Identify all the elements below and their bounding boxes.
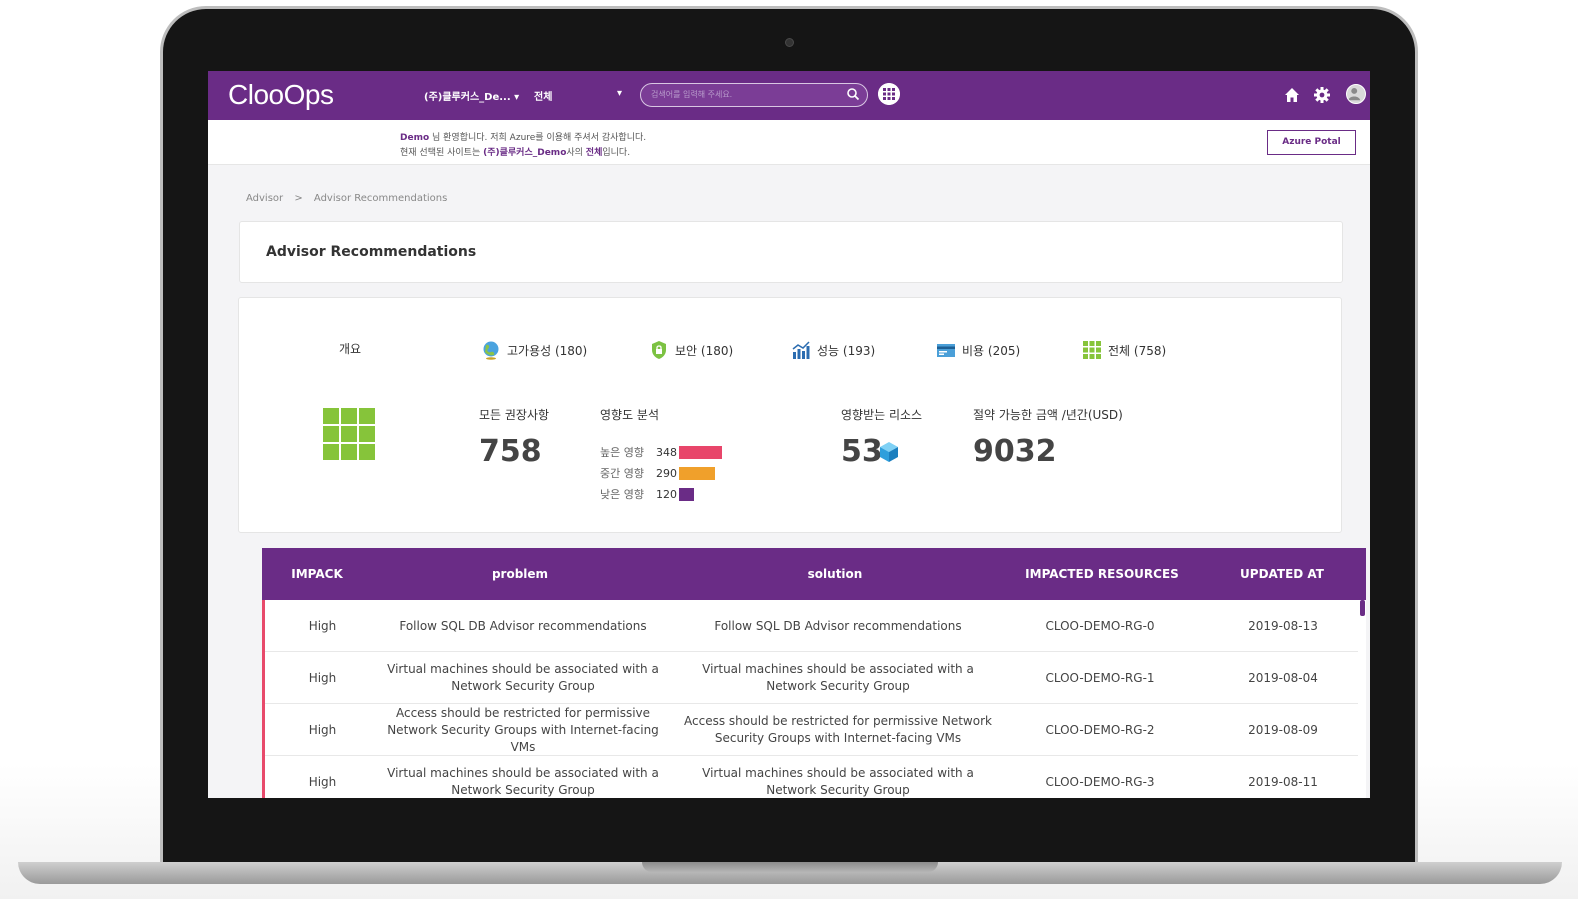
- category-high-availability[interactable]: 고가용성 (180): [481, 340, 587, 360]
- category-all[interactable]: 전체 (758): [1082, 340, 1166, 360]
- cell-resource: CLOO-DEMO-RG-2: [1045, 722, 1155, 737]
- table-body: High Follow SQL DB Advisor recommendatio…: [262, 600, 1358, 798]
- category-cost[interactable]: 비용 (205): [936, 340, 1020, 360]
- cell-problem: Virtual machines should be associated wi…: [387, 766, 659, 797]
- top-navbar: ClooOps (주)클루커스_De... ▾ 전체 ▾ 검색어를 입력해 주세…: [208, 71, 1370, 120]
- impact-medium-bar: [679, 466, 715, 480]
- laptop-bottom-bezel: [168, 798, 1410, 864]
- impact-high-bar: [679, 445, 722, 459]
- impacted-resources-label: 영향받는 리소스: [841, 408, 923, 422]
- impact-analysis-label: 영향도 분석: [600, 408, 660, 422]
- site-prefix: 현재 선택된 사이트는: [400, 148, 484, 158]
- cell-updated: 2019-08-13: [1248, 618, 1318, 633]
- cell-resource: CLOO-DEMO-RG-0: [1045, 618, 1155, 633]
- grid-all-icon: [1083, 341, 1101, 359]
- impact-low-value: 120: [656, 487, 677, 501]
- cell-problem: Virtual machines should be associated wi…: [387, 662, 659, 693]
- cell-solution: Virtual machines should be associated wi…: [702, 662, 974, 693]
- impact-low-row: 낮은 영향 120: [600, 486, 694, 502]
- breadcrumb-advisor[interactable]: Advisor: [246, 193, 283, 204]
- webcam: [785, 38, 794, 47]
- site-suffix: 입니다.: [602, 148, 631, 158]
- category-performance[interactable]: 성능 (193): [791, 340, 875, 360]
- apps-grid-icon[interactable]: [878, 83, 900, 105]
- welcome-banner: Demo 님 환영합니다. 저희 Azure를 이용해 주셔서 감사합니다. 현…: [208, 120, 1370, 165]
- table-row[interactable]: High Follow SQL DB Advisor recommendatio…: [265, 600, 1358, 652]
- chart-performance-icon: [792, 341, 810, 359]
- app-screen: ClooOps (주)클루커스_De... ▾ 전체 ▾ 검색어를 입력해 주세…: [208, 71, 1370, 798]
- cell-impact: High: [308, 722, 337, 737]
- breadcrumb-separator: >: [294, 193, 303, 204]
- tenant-selector[interactable]: (주)클루커스_De... ▾: [424, 88, 519, 103]
- billing-card-icon: [937, 344, 955, 357]
- azure-portal-button[interactable]: Azure Potal: [1267, 130, 1356, 155]
- user-name: Demo: [400, 133, 430, 143]
- table-row[interactable]: High Access should be restricted for per…: [265, 704, 1358, 756]
- site-company: (주)클루커스_Demo: [483, 148, 567, 158]
- table-row[interactable]: High Virtual machines should be associat…: [265, 756, 1358, 798]
- impact-medium-row: 중간 영향 290: [600, 465, 715, 481]
- savings-value: 9032: [973, 434, 1057, 469]
- col-updated-at[interactable]: UPDATED AT: [1220, 567, 1344, 581]
- app-logo[interactable]: ClooOps: [228, 79, 334, 111]
- table-scrollbar[interactable]: [1360, 600, 1365, 616]
- col-impact[interactable]: IMPACK: [262, 567, 372, 581]
- home-icon[interactable]: [1282, 85, 1302, 105]
- title-card: Advisor Recommendations: [239, 221, 1343, 283]
- breadcrumb: Advisor > Advisor Recommendations: [246, 193, 455, 204]
- cell-impact: High: [308, 774, 337, 789]
- page-title: Advisor Recommendations: [266, 244, 477, 260]
- impact-medium-value: 290: [656, 466, 677, 480]
- summary-card: 개요 고가용성 (180) 보안 (180) 성능 (193) 비용 (205)…: [238, 297, 1342, 533]
- all-recommendations-grid-icon: [323, 408, 375, 460]
- all-recommendations-value: 758: [479, 434, 542, 469]
- search-icon[interactable]: [846, 87, 860, 101]
- cube-icon: [880, 442, 898, 462]
- impact-medium-label: 중간 영향: [600, 467, 644, 480]
- welcome-text: 님 환영합니다. 저희 Azure를 이용해 주셔서 감사합니다.: [429, 133, 647, 143]
- site-scope: 전체: [585, 148, 603, 158]
- overview-label: 개요: [339, 342, 362, 356]
- scope-selector[interactable]: 전체: [534, 88, 552, 103]
- cell-impact: High: [308, 670, 337, 685]
- search-input[interactable]: 검색어를 입력해 주세요.: [651, 89, 732, 100]
- globe-icon: [483, 341, 499, 360]
- shield-lock-icon: [652, 341, 666, 359]
- cell-resource: CLOO-DEMO-RG-1: [1045, 670, 1155, 685]
- welcome-message: Demo 님 환영합니다. 저희 Azure를 이용해 주셔서 감사합니다.: [400, 130, 646, 143]
- all-recommendations-label: 모든 권장사항: [479, 408, 550, 422]
- cell-solution: Follow SQL DB Advisor recommendations: [714, 618, 962, 633]
- table-row[interactable]: High Virtual machines should be associat…: [265, 652, 1358, 704]
- table-header: IMPACK problem solution IMPACTED RESOURC…: [262, 548, 1366, 600]
- laptop-mockup: ClooOps (주)클루커스_De... ▾ 전체 ▾ 검색어를 입력해 주세…: [0, 0, 1578, 899]
- cell-solution: Access should be restricted for permissi…: [684, 714, 992, 745]
- impact-high-label: 높은 영향: [600, 446, 644, 459]
- scope-dropdown-caret[interactable]: ▾: [617, 88, 622, 99]
- site-mid: 사의: [566, 148, 586, 158]
- savings-label: 절약 가능한 금액 /년간(USD): [973, 408, 1123, 422]
- impact-high-value: 348: [656, 445, 677, 459]
- cell-problem: Access should be restricted for permissi…: [387, 705, 659, 754]
- user-avatar-icon[interactable]: [1346, 84, 1366, 104]
- breadcrumb-current: Advisor Recommendations: [313, 193, 448, 204]
- impact-low-label: 낮은 영향: [600, 488, 644, 501]
- cell-impact: High: [308, 618, 337, 633]
- gear-icon[interactable]: [1312, 85, 1332, 105]
- category-security[interactable]: 보안 (180): [649, 340, 733, 360]
- col-problem[interactable]: problem: [372, 567, 668, 581]
- impact-low-bar: [679, 487, 694, 501]
- search-box[interactable]: 검색어를 입력해 주세요.: [640, 83, 868, 107]
- cell-updated: 2019-08-11: [1248, 774, 1318, 789]
- site-message: 현재 선택된 사이트는 (주)클루커스_Demo사의 전체입니다.: [400, 145, 630, 158]
- impact-high-row: 높은 영향 348: [600, 444, 722, 460]
- cell-resource: CLOO-DEMO-RG-3: [1045, 774, 1155, 789]
- col-solution[interactable]: solution: [675, 567, 995, 581]
- cell-updated: 2019-08-09: [1248, 722, 1318, 737]
- recommendations-table: IMPACK problem solution IMPACTED RESOURC…: [262, 548, 1366, 798]
- cell-updated: 2019-08-04: [1248, 670, 1318, 685]
- cell-solution: Virtual machines should be associated wi…: [702, 766, 974, 797]
- cell-problem: Follow SQL DB Advisor recommendations: [399, 618, 647, 633]
- col-impacted-resources[interactable]: IMPACTED RESOURCES: [1007, 567, 1197, 581]
- laptop-notch: [642, 862, 938, 872]
